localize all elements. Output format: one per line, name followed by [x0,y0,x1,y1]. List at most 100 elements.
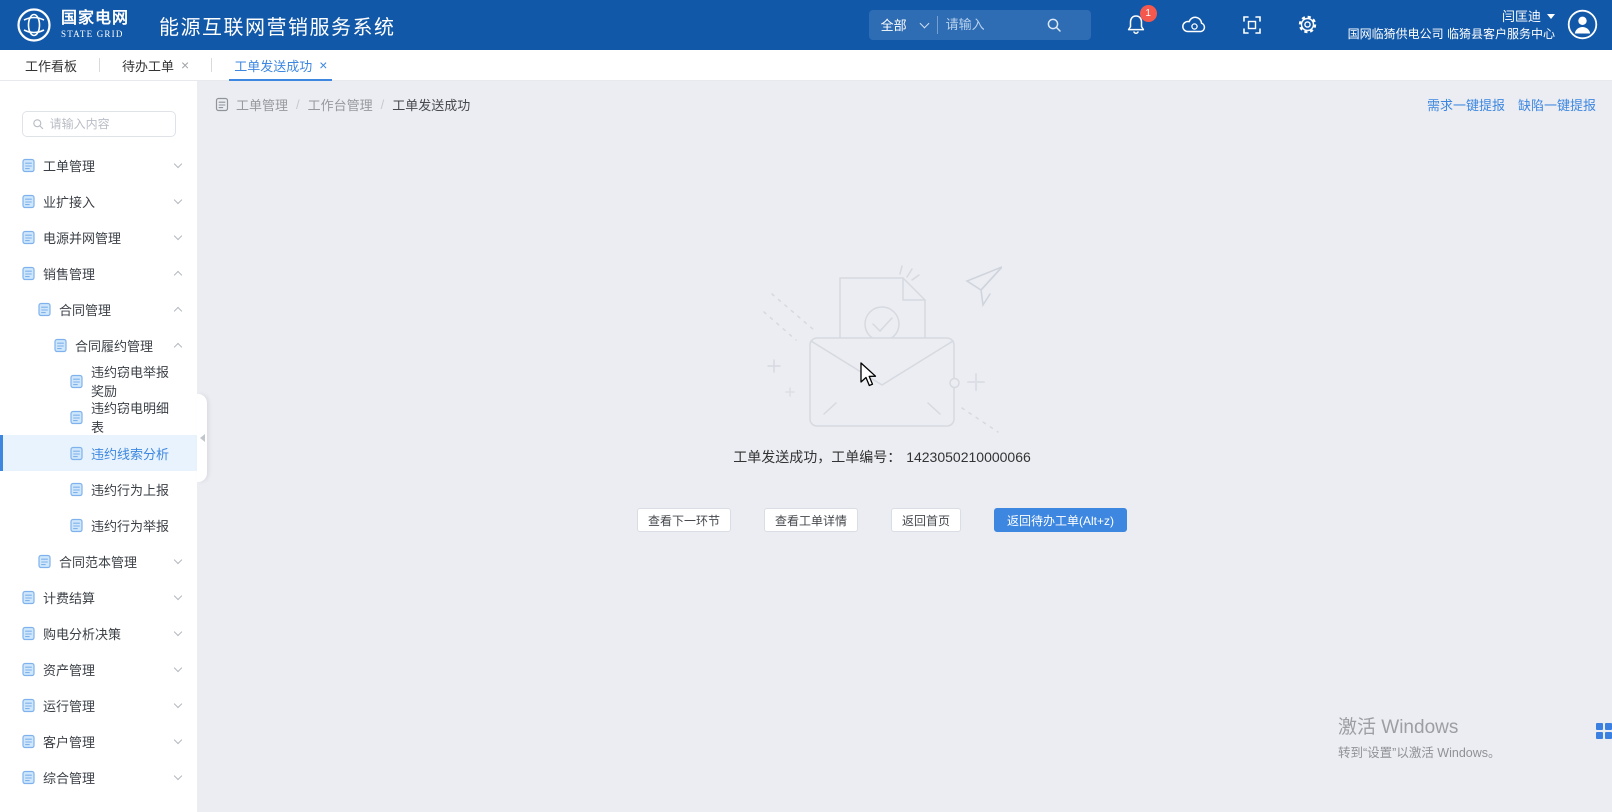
avatar-icon [1567,9,1598,40]
sidebar-menu-item[interactable]: 综合管理 [0,759,197,795]
tab-1[interactable]: 工作看板 [22,50,80,80]
mail-sent-illustration [762,264,1002,436]
document-icon [70,518,83,533]
tab-divider [99,58,100,72]
menu-item-label: 电源并网管理 [43,228,121,247]
breadcrumb-item[interactable]: 工单管理 [236,95,288,114]
sidebar-menu-item[interactable]: 合同履约管理 [0,327,197,363]
tab-label: 工作看板 [25,56,77,75]
close-icon[interactable]: × [319,58,327,72]
mouse-cursor [857,361,879,389]
action-button[interactable]: 查看工单详情 [764,508,858,532]
global-search-input[interactable] [938,17,1046,32]
breadcrumb-separator: / [381,97,385,112]
chevron-down-icon [174,772,182,780]
sidebar-menu-item[interactable]: 违约线索分析 [0,435,197,471]
menu-item-label: 违约行为举报 [91,516,169,535]
breadcrumb-row: 工单管理 / 工作台管理 / 工单发送成功 需求一键提报缺陷一键提报 [197,81,1612,114]
main-content: 工单管理 / 工作台管理 / 工单发送成功 需求一键提报缺陷一键提报 [197,81,1612,812]
avatar[interactable] [1567,9,1598,40]
chevron-down-icon [174,196,182,204]
breadcrumb-item: 工单发送成功 [392,95,470,114]
search-icon[interactable] [1046,17,1062,33]
tab-divider [211,58,212,72]
watermark-subtitle: 转到“设置”以激活 Windows。 [1338,742,1501,761]
sidebar-menu-item[interactable]: 工单管理 [0,147,197,183]
sidebar-search-input[interactable] [50,117,166,131]
search-icon [32,117,44,131]
floating-widget-icon[interactable] [1596,723,1612,739]
search-scope-value: 全部 [881,15,907,34]
sidebar-menu-item[interactable]: 电源并网管理 [0,219,197,255]
sidebar-menu-item[interactable]: 购电分析决策 [0,615,197,651]
sidebar-search [22,111,176,137]
sidebar-menu-item[interactable]: 合同管理 [0,291,197,327]
tab-bar: 工作看板 待办工单 × 工单发送成功 × [0,50,1612,81]
sidebar-menu-item[interactable]: 违约行为举报 [0,507,197,543]
document-icon [22,266,35,281]
chevron-down-icon [174,160,182,168]
action-button[interactable]: 返回首页 [891,508,961,532]
sidebar-menu-item[interactable]: 违约窃电举报奖励 [0,363,197,399]
app-title: 能源互联网营销服务系统 [159,11,396,40]
menu-item-label: 客户管理 [43,732,95,751]
quick-link[interactable]: 需求一键提报 [1427,95,1505,114]
global-search: 全部 [869,10,1091,40]
sidebar-menu-item[interactable]: 客户管理 [0,723,197,759]
sidebar-menu-item[interactable]: 销售管理 [0,255,197,291]
cloud-sync-button[interactable] [1181,15,1207,34]
chevron-left-icon [200,434,205,442]
sidebar-menu-item[interactable]: 业扩接入 [0,183,197,219]
chevron-down-icon [174,736,182,744]
menu-item-label: 违约线索分析 [91,444,169,463]
chevron-down-icon [174,664,182,672]
fullscreen-icon [1242,15,1262,35]
document-icon [38,554,51,569]
tab-label: 工单发送成功 [234,56,312,75]
action-button[interactable]: 查看下一环节 [637,508,731,532]
success-message: 工单发送成功，工单编号：1423050210000066 [197,447,1567,467]
search-scope-select[interactable]: 全部 [869,15,937,34]
settings-button[interactable] [1297,14,1318,35]
document-icon [215,97,229,112]
logo-text: 国家电网 STATE GRID [61,11,129,39]
close-icon[interactable]: × [181,58,189,72]
menu-item-label: 销售管理 [43,264,95,283]
sidebar-menu-item[interactable]: 合同范本管理 [0,543,197,579]
document-icon [22,590,35,605]
sidebar-menu-item[interactable]: 违约窃电明细表 [0,399,197,435]
gear-icon [1297,14,1318,35]
success-text: 工单发送成功，工单编号： [733,449,901,465]
document-icon [22,662,35,677]
sidebar-menu-item[interactable]: 计费结算 [0,579,197,615]
notification-badge: 1 [1140,5,1157,22]
chevron-up-icon [174,306,182,314]
menu-item-label: 违约行为上报 [91,480,169,499]
widget-square [1596,732,1603,739]
document-icon [54,338,67,353]
tab-3[interactable]: 工单发送成功 × [231,50,330,80]
menu-item-label: 资产管理 [43,660,95,679]
user-info[interactable]: 闫匡迪 国网临猗供电公司 临猗县客户服务中心 [1348,8,1555,43]
breadcrumb-item[interactable]: 工作台管理 [308,95,373,114]
fullscreen-button[interactable] [1242,15,1262,35]
document-icon [22,158,35,173]
tab-2[interactable]: 待办工单 × [119,50,192,80]
state-grid-logo-icon [16,7,52,43]
document-icon [22,230,35,245]
document-icon [22,770,35,785]
breadcrumb-separator: / [296,97,300,112]
notifications-button[interactable]: 1 [1126,14,1146,36]
windows-activation-watermark: 激活 Windows 转到“设置”以激活 Windows。 [1338,712,1501,761]
sidebar-menu-item[interactable]: 违约行为上报 [0,471,197,507]
app-header: 国家电网 STATE GRID 能源互联网营销服务系统 全部 [0,0,1612,50]
widget-square [1605,732,1612,739]
menu-item-label: 违约窃电举报奖励 [91,362,181,400]
sidebar-collapse-handle[interactable] [197,394,207,482]
sidebar-menu-item[interactable]: 资产管理 [0,651,197,687]
sidebar-menu-item[interactable]: 运行管理 [0,687,197,723]
document-icon [70,482,83,497]
quick-link[interactable]: 缺陷一键提报 [1518,95,1596,114]
action-button[interactable]: 返回待办工单(Alt+z) [994,508,1127,532]
chevron-down-icon [174,628,182,636]
